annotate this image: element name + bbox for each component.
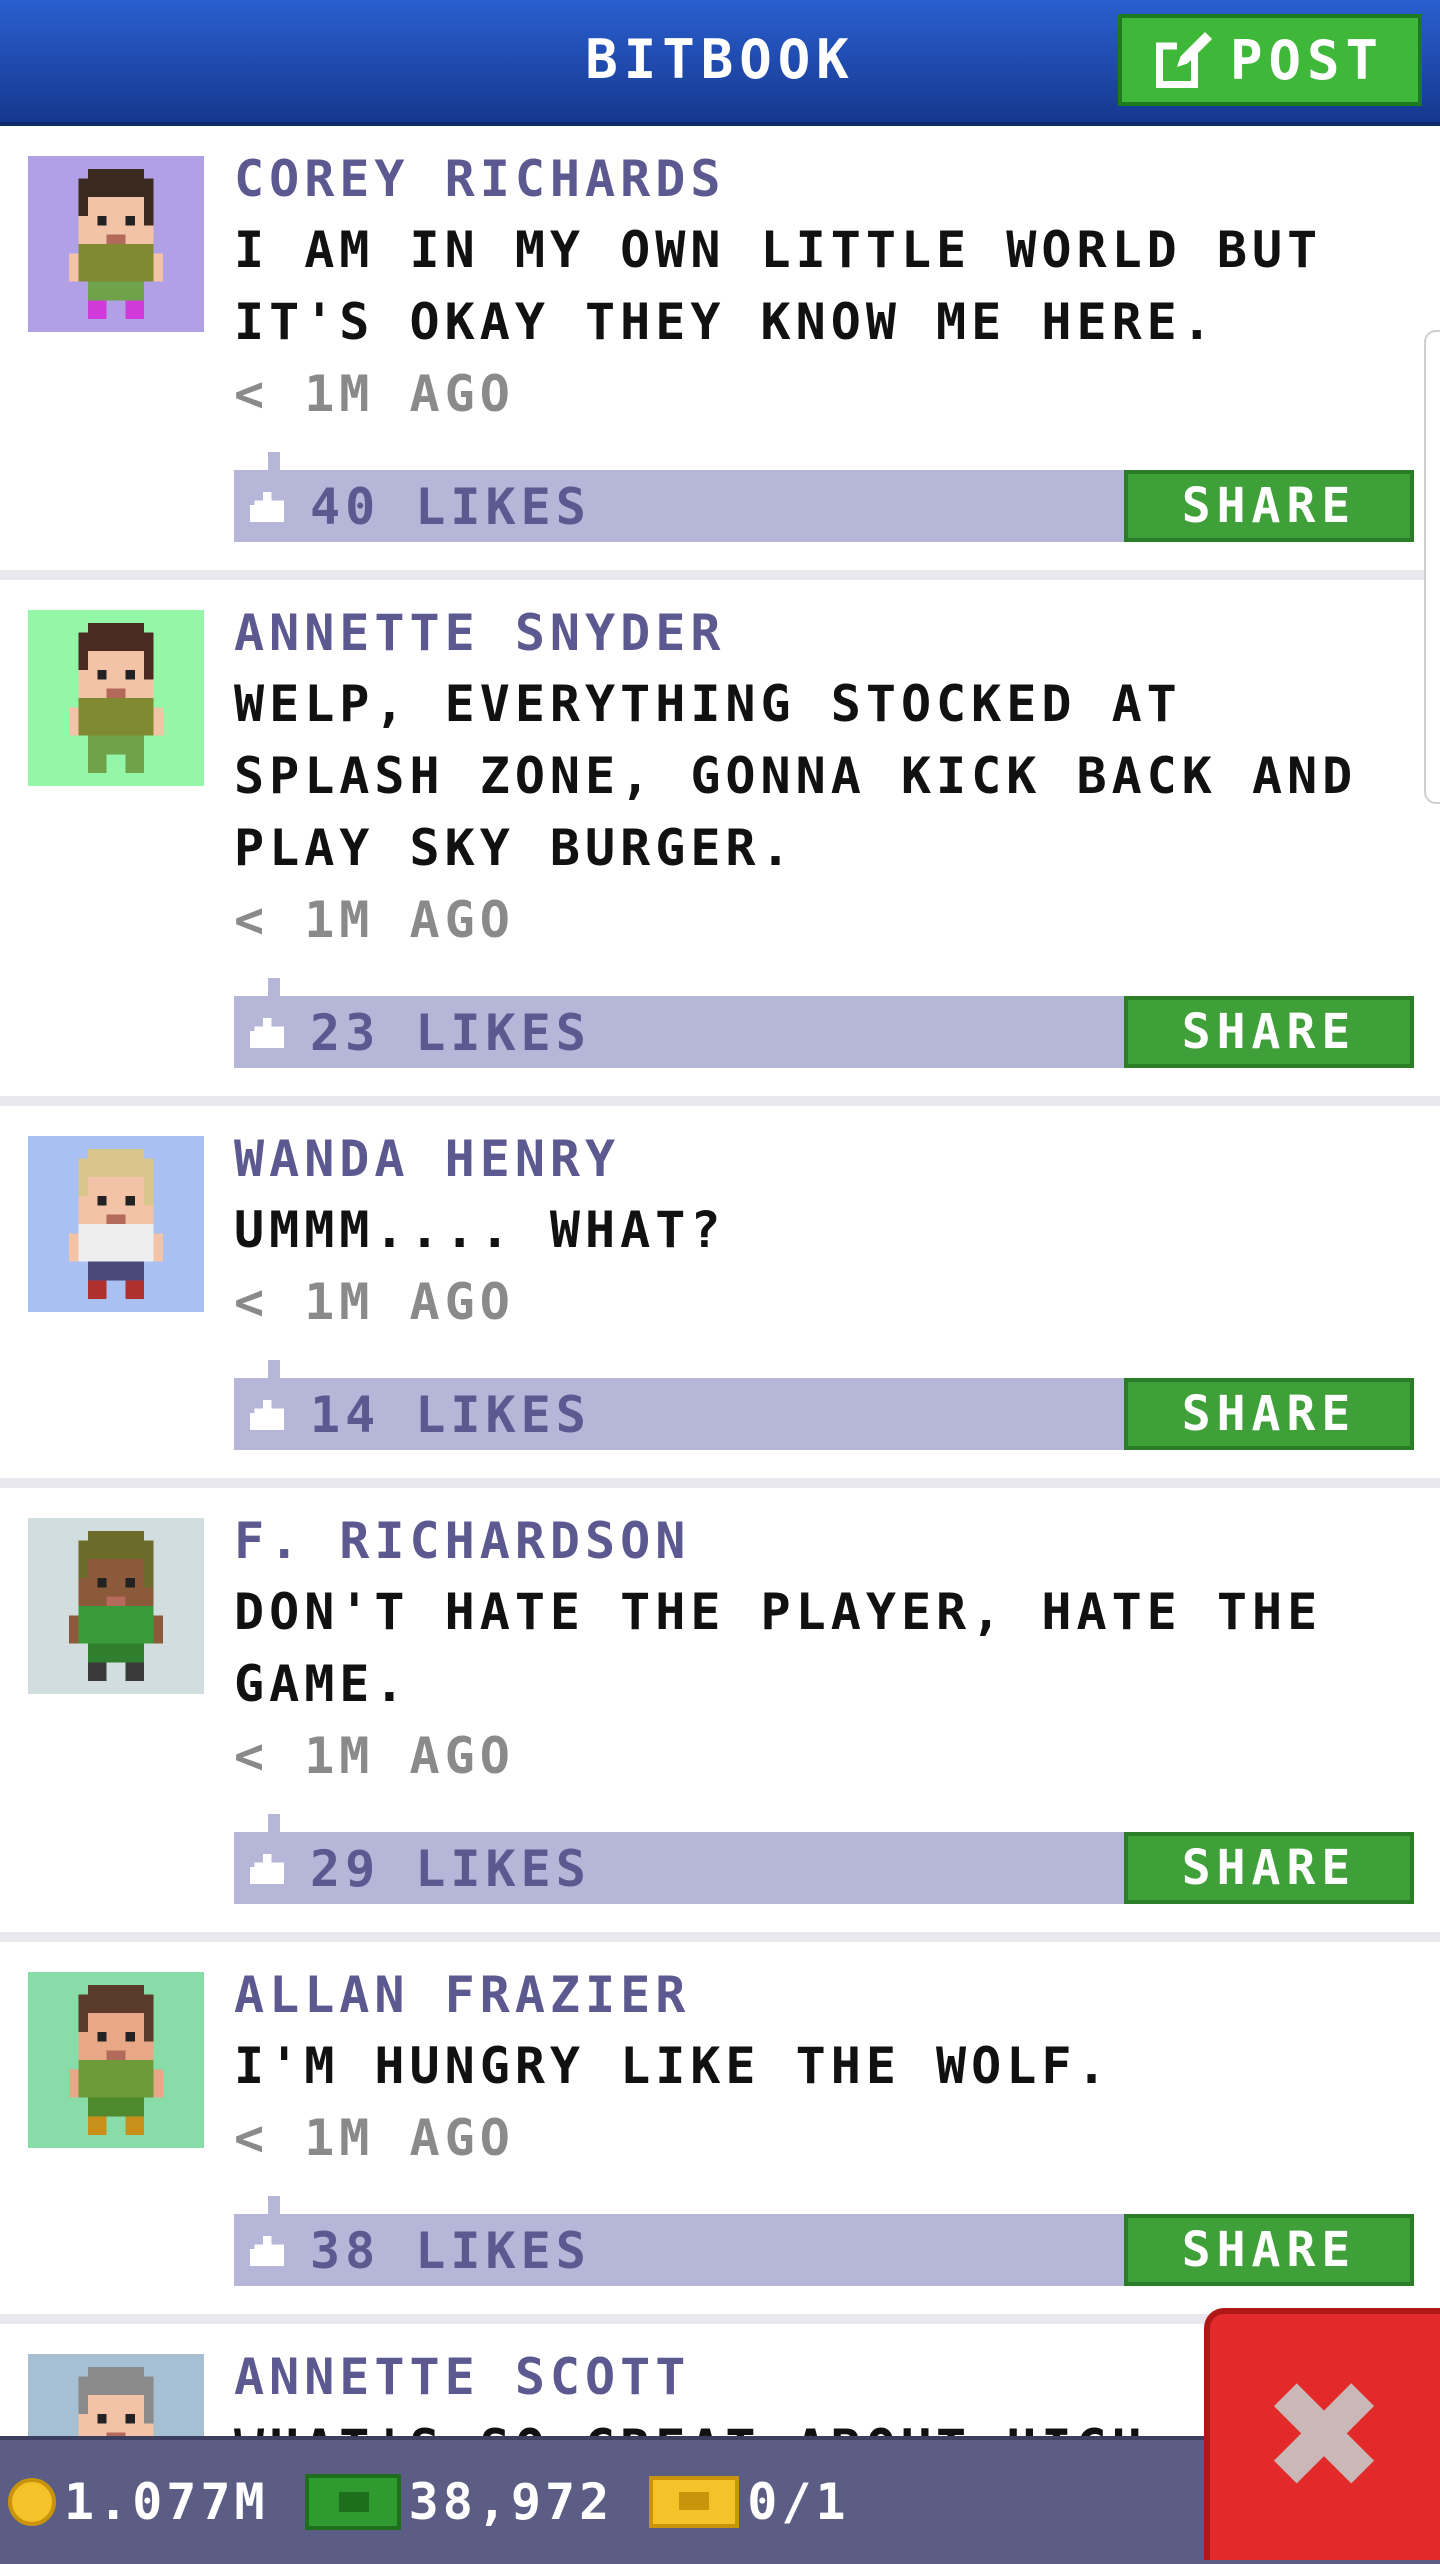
like-bar[interactable]: 29 LIKES SHARE	[234, 1814, 1414, 1904]
post-time: < 1M AGO	[234, 891, 515, 949]
like-icon	[250, 1018, 284, 1048]
likes-count: 14 LIKES	[310, 1386, 591, 1444]
bux-icon	[304, 2474, 401, 2530]
coins-counter: 1.077M	[0, 2473, 269, 2531]
close-icon: ✖	[1261, 2350, 1389, 2524]
post-message: DON'T HATE THE PLAYER, HATE THE GAME.	[234, 1583, 1323, 1713]
ticket-icon	[649, 2476, 740, 2528]
post-author[interactable]: COREY RICHARDS	[234, 144, 1420, 214]
post-body: WANDA HENRY UMMM.... WHAT? < 1M AGO 14 L…	[234, 1106, 1440, 1450]
post-button-label: POST	[1229, 28, 1385, 92]
post-button[interactable]: POST	[1118, 14, 1422, 106]
avatar[interactable]	[28, 1518, 204, 1694]
post-author[interactable]: ALLAN FRAZIER	[234, 1960, 1420, 2030]
likes-count: 23 LIKES	[310, 1004, 591, 1062]
likes-count: 40 LIKES	[310, 478, 591, 536]
share-button[interactable]: SHARE	[1124, 1832, 1414, 1904]
share-button[interactable]: SHARE	[1124, 2214, 1414, 2286]
share-button[interactable]: SHARE	[1124, 996, 1414, 1068]
like-bar[interactable]: 14 LIKES SHARE	[234, 1360, 1414, 1450]
post-time: < 1M AGO	[234, 2109, 515, 2167]
share-button[interactable]: SHARE	[1124, 470, 1414, 542]
share-button[interactable]: SHARE	[1124, 1378, 1414, 1450]
post-time: < 1M AGO	[234, 1727, 515, 1785]
post-author[interactable]: WANDA HENRY	[234, 1124, 1420, 1194]
like-icon	[250, 1400, 284, 1430]
post-message: WELP, EVERYTHING STOCKED AT SPLASH ZONE,…	[234, 675, 1358, 877]
like-bar[interactable]: 40 LIKES SHARE	[234, 452, 1414, 542]
avatar[interactable]	[28, 1972, 204, 2148]
like-icon	[250, 2236, 284, 2266]
like-bar[interactable]: 23 LIKES SHARE	[234, 978, 1414, 1068]
feed-post: WANDA HENRY UMMM.... WHAT? < 1M AGO 14 L…	[0, 1106, 1440, 1488]
avatar[interactable]	[28, 610, 204, 786]
likes-count: 29 LIKES	[310, 1840, 591, 1898]
feed-post: F. RICHARDSON DON'T HATE THE PLAYER, HAT…	[0, 1488, 1440, 1942]
bux-counter: 38,972	[304, 2473, 614, 2531]
post-author[interactable]: ANNETTE SNYDER	[234, 598, 1420, 668]
post-message: UMMM.... WHAT?	[234, 1201, 726, 1259]
post-time: < 1M AGO	[234, 1273, 515, 1331]
feed-list: COREY RICHARDS I AM IN MY OWN LITTLE WOR…	[0, 126, 1440, 2530]
like-icon	[250, 1854, 284, 1884]
scrollbar[interactable]	[1424, 330, 1440, 804]
post-body: F. RICHARDSON DON'T HATE THE PLAYER, HAT…	[234, 1488, 1440, 1904]
feed-post: ANNETTE SNYDER WELP, EVERYTHING STOCKED …	[0, 580, 1440, 1106]
post-message: I AM IN MY OWN LITTLE WORLD BUT IT'S OKA…	[234, 221, 1323, 351]
header-bar: BITBOOK POST	[0, 0, 1440, 126]
tickets-counter: 0/1	[649, 2473, 849, 2531]
tickets-value: 0/1	[747, 2473, 850, 2531]
like-icon	[250, 492, 284, 522]
coins-value: 1.077M	[64, 2473, 269, 2531]
feed-post: COREY RICHARDS I AM IN MY OWN LITTLE WOR…	[0, 126, 1440, 580]
likes-count: 38 LIKES	[310, 2222, 591, 2280]
post-body: ANNETTE SNYDER WELP, EVERYTHING STOCKED …	[234, 580, 1440, 1068]
post-body: ALLAN FRAZIER I'M HUNGRY LIKE THE WOLF. …	[234, 1942, 1440, 2286]
feed-post: ALLAN FRAZIER I'M HUNGRY LIKE THE WOLF. …	[0, 1942, 1440, 2324]
bux-value: 38,972	[408, 2473, 614, 2531]
post-body: COREY RICHARDS I AM IN MY OWN LITTLE WOR…	[234, 126, 1440, 542]
avatar[interactable]	[28, 156, 204, 332]
coin-icon	[8, 2478, 56, 2526]
post-message: I'M HUNGRY LIKE THE WOLF.	[234, 2037, 1112, 2095]
post-author[interactable]: F. RICHARDSON	[234, 1506, 1420, 1576]
post-time: < 1M AGO	[234, 365, 515, 423]
avatar[interactable]	[28, 1136, 204, 1312]
like-bar[interactable]: 38 LIKES SHARE	[234, 2196, 1414, 2286]
edit-icon	[1155, 32, 1212, 88]
close-button[interactable]: ✖	[1204, 2308, 1440, 2560]
